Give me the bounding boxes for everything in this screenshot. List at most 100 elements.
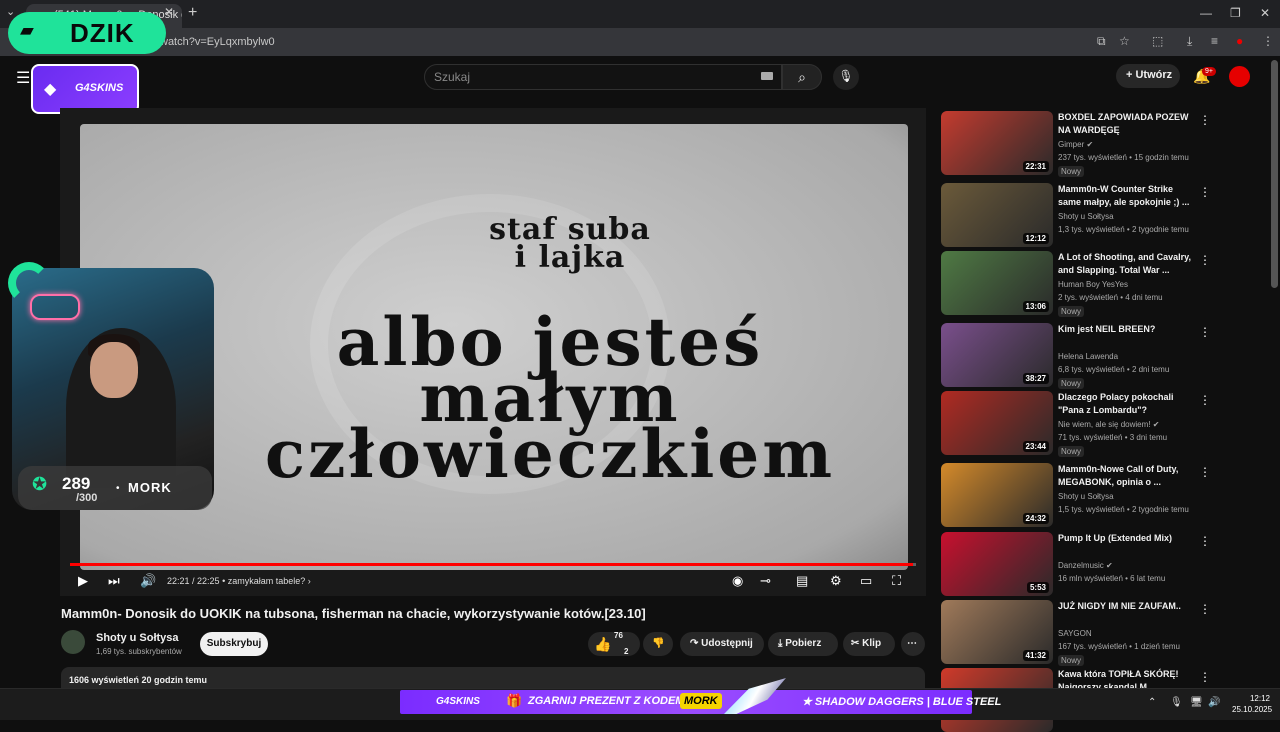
more-options-icon[interactable]: ⋮ (1199, 534, 1211, 548)
more-options-icon[interactable]: ⋮ (1199, 602, 1211, 616)
autoplay-icon[interactable]: ◉ (732, 573, 743, 589)
recommendation-title[interactable]: Pump It Up (Extended Mix) (1058, 532, 1194, 545)
tab-close-icon[interactable]: ✕ (164, 5, 174, 19)
recommendation-title[interactable]: BOXDEL ZAPOWIADA POZEW NA WARDĘGĘ (1058, 111, 1194, 137)
more-options-icon[interactable]: ⋮ (1199, 253, 1211, 267)
video-thumbnail[interactable]: 41:32 (941, 600, 1053, 664)
recommendation-title[interactable]: A Lot of Shooting, and Cavalry, and Slap… (1058, 251, 1194, 277)
more-options-icon[interactable]: ⋮ (1199, 185, 1211, 199)
recommendation-channel[interactable]: Helena Lawenda (1058, 352, 1118, 361)
recommendation-title[interactable]: Mamm0n-W Counter Strike same małpy, ale … (1058, 183, 1194, 209)
speaker-icon[interactable]: 🔊 (1208, 697, 1220, 708)
more-options-icon[interactable]: ⋮ (1199, 325, 1211, 339)
recommendation-channel[interactable]: Danzelmusic ✔ (1058, 561, 1113, 570)
search-input[interactable] (424, 64, 782, 90)
channel-avatar[interactable] (61, 630, 85, 654)
recommendation-title[interactable]: Kim jest NEIL BREEN? (1058, 323, 1194, 336)
new-badge: Nowy (1058, 166, 1085, 177)
video-thumbnail[interactable]: 38:27 (941, 323, 1053, 387)
clip-button[interactable]: ✂ Klip (843, 632, 895, 656)
fullscreen-icon[interactable]: ⛶ (892, 573, 901, 589)
recommendation-meta: 1,3 tys. wyświetleń • 2 tygodnie temu (1058, 225, 1189, 234)
views-and-date: 1606 wyświetleń 20 godzin temu (69, 675, 208, 685)
recommendation-channel[interactable]: Gimper ✔ (1058, 140, 1093, 149)
share-button[interactable]: ↷ Udostępnij (680, 632, 764, 656)
channel-name[interactable]: Shoty u Sołtysa (96, 632, 179, 644)
recommendation-item[interactable]: 12:12 Mamm0n-W Counter Strike same małpy,… (941, 183, 1261, 247)
keyboard-icon[interactable] (761, 72, 773, 80)
more-options-icon[interactable]: ⋮ (1199, 393, 1211, 407)
dislike-button[interactable]: 👎 (643, 632, 673, 656)
recommendation-title[interactable]: Mamm0n-Nowe Call of Duty, MEGABONK, opin… (1058, 463, 1194, 489)
boar-icon: ▰ (20, 20, 34, 40)
install-app-icon[interactable]: ⧉ (1097, 34, 1106, 49)
more-options-icon[interactable]: ⋮ (1199, 113, 1211, 127)
account-avatar[interactable] (1229, 66, 1250, 87)
scrollbar[interactable] (1271, 60, 1278, 288)
search-button[interactable]: ⌕ (782, 64, 822, 90)
recommendation-channel[interactable]: Shoty u Sołtysa (1058, 492, 1114, 501)
recommendation-item[interactable]: 13:06 A Lot of Shooting, and Cavalry, and… (941, 251, 1261, 317)
theater-mode-icon[interactable]: ▭ (860, 573, 872, 589)
more-options-icon[interactable]: ⋮ (1199, 670, 1211, 684)
video-thumbnail[interactable]: 12:12 (941, 183, 1053, 247)
profile-icon[interactable]: ● (1236, 34, 1243, 48)
autoplay-toggle[interactable]: ⊸ (760, 573, 771, 589)
recommendation-channel[interactable]: Human Boy YesYes (1058, 280, 1128, 289)
minimize-icon[interactable]: — (1200, 6, 1212, 20)
tray-chevron-icon[interactable]: ⌃ (1148, 697, 1156, 708)
create-button[interactable]: + Utwórz (1116, 64, 1180, 88)
new-tab-icon[interactable]: + (188, 4, 197, 22)
bookmark-star-icon[interactable]: ☆ (1119, 34, 1130, 48)
recommendation-channel[interactable]: SAYGON (1058, 629, 1092, 638)
media-icon[interactable]: ≡ (1211, 34, 1218, 48)
video-thumbnail[interactable]: 13:06 (941, 251, 1053, 315)
restore-icon[interactable]: ❐ (1230, 6, 1241, 20)
recommendation-item[interactable]: 41:32 JUŻ NIGDY IM NIE ZAUFAM.. SAYGON 167 … (941, 600, 1261, 666)
scissors-icon: ✂ (851, 638, 860, 649)
more-options-icon[interactable]: ⋮ (1199, 465, 1211, 479)
window-close-icon[interactable]: ✕ (1260, 6, 1270, 20)
duration-badge: 22:31 (1022, 161, 1049, 172)
more-actions-button[interactable]: ⋯ (901, 632, 925, 656)
extensions-icon[interactable]: ⬚ (1152, 34, 1163, 48)
mic-tray-icon[interactable]: 🎙 (1170, 697, 1183, 708)
recommendation-channel[interactable]: Nie wiem, ale się dowiem! ✔ (1058, 420, 1159, 429)
recommendation-item[interactable]: 23:44 Dlaczego Polacy pokochali "Pana z L… (941, 391, 1261, 457)
notification-badge: 9+ (1202, 67, 1216, 76)
subtitles-icon[interactable]: ▤ (796, 573, 808, 589)
caption-line: i lajka (514, 240, 626, 275)
settings-gear-icon[interactable]: ⚙ (830, 573, 842, 589)
downloads-icon[interactable]: ⤓ (1187, 34, 1192, 49)
duration-badge: 24:32 (1022, 513, 1049, 524)
browser-menu-icon[interactable]: ⋮ (1262, 34, 1274, 48)
clock[interactable]: 12:12 25.10.2025 (1232, 693, 1272, 715)
recommendation-title[interactable]: JUŻ NIGDY IM NIE ZAUFAM.. (1058, 600, 1194, 613)
voice-search-button[interactable]: 🎙 (833, 64, 859, 90)
volume-icon[interactable]: 🔊 (140, 573, 156, 589)
subscribe-button[interactable]: Subskrybuj (200, 632, 268, 656)
download-button[interactable]: ⤓ Pobierz (768, 632, 838, 656)
play-icon[interactable]: ▶ (78, 573, 88, 589)
video-thumbnail[interactable]: 5:53 (941, 532, 1053, 596)
level-icon: ✪ (32, 474, 48, 494)
recommendation-item[interactable]: 38:27 Kim jest NEIL BREEN? Helena Lawenda 6… (941, 323, 1261, 389)
url-field[interactable]: watch?v=EyLqxmbylw0 (160, 33, 1080, 51)
video-caption-small: staf suba i lajka (470, 215, 670, 275)
hamburger-menu-icon[interactable]: ☰ (16, 68, 30, 88)
video-thumbnail[interactable]: 24:32 (941, 463, 1053, 527)
recommendation-item[interactable]: 5:53 Pump It Up (Extended Mix) Danzelmusic… (941, 532, 1261, 596)
video-thumbnail[interactable]: 23:44 (941, 391, 1053, 455)
tab-search-chevron-icon[interactable]: ⌄ (6, 5, 15, 18)
recommendation-channel[interactable]: Shoty u Sołtysa (1058, 212, 1114, 221)
chapter-label[interactable]: • zamykałam tabele? › (222, 576, 311, 586)
player-controls: ▶ ⏭ 🔊 22:21 / 22:25 • zamykałam tabele? … (60, 568, 926, 596)
recommendation-title[interactable]: Dlaczego Polacy pokochali "Pana z Lombar… (1058, 391, 1194, 417)
recommendation-item[interactable]: 24:32 Mamm0n-Nowe Call of Duty, MEGABONK,… (941, 463, 1261, 527)
progress-bar[interactable] (70, 563, 916, 566)
video-thumbnail[interactable]: 22:31 (941, 111, 1053, 175)
network-icon[interactable]: 🖥 (1190, 697, 1203, 708)
next-icon[interactable]: ⏭ (108, 573, 120, 589)
recommendation-item[interactable]: 22:31 BOXDEL ZAPOWIADA POZEW NA WARDĘGĘ Gi… (941, 111, 1261, 177)
time-value: 22:21 / 22:25 (167, 576, 220, 586)
